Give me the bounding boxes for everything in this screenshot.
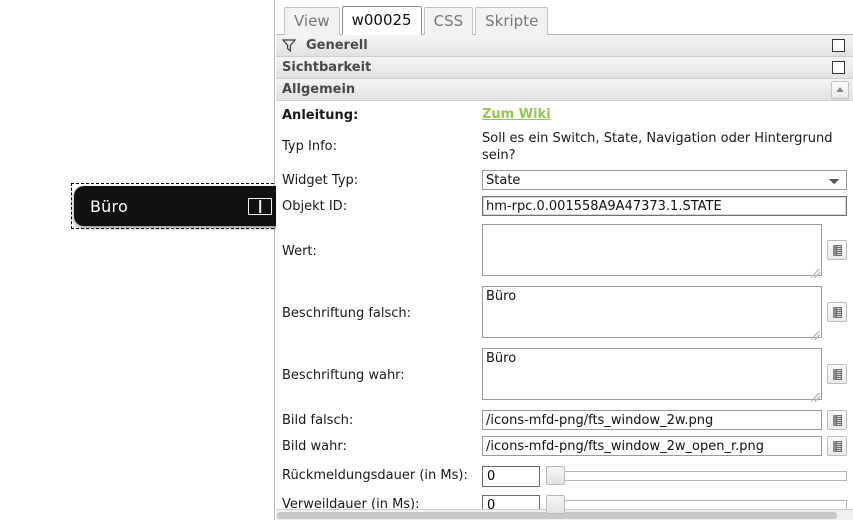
row-wert: Wert: [276, 224, 853, 280]
book-icon [832, 440, 842, 452]
rueckmeldungsdauer-slider[interactable] [546, 465, 847, 486]
tab-css[interactable]: CSS [423, 7, 474, 35]
beschriftung-wahr-picker-button[interactable] [827, 364, 847, 384]
label-typ-info: Typ Info: [282, 139, 337, 154]
bild-falsch-input[interactable] [482, 410, 822, 430]
collapse-allgemein-button[interactable] [831, 80, 849, 99]
book-icon [832, 306, 842, 318]
section-header-generell[interactable]: Generell [276, 35, 853, 57]
slider-track [560, 499, 847, 510]
book-icon [832, 244, 842, 256]
objekt-id-input[interactable] [482, 196, 847, 216]
tab-view[interactable]: View [284, 7, 340, 35]
section-checkbox-sichtbarkeit[interactable] [832, 61, 845, 74]
bild-falsch-picker-button[interactable] [827, 410, 847, 430]
slider-handle[interactable] [546, 495, 565, 514]
section-title-sichtbarkeit: Sichtbarkeit [282, 60, 372, 75]
tab-skripte[interactable]: Skripte [475, 7, 549, 35]
row-widget-typ: Widget Typ: StateSwitchNavigationHinterg… [276, 170, 853, 192]
label-anleitung: Anleitung: [282, 108, 359, 123]
label-beschriftung-falsch: Beschriftung falsch: [282, 306, 412, 321]
widget-typ-select[interactable]: StateSwitchNavigationHintergrund [482, 170, 847, 190]
row-bild-falsch: Bild falsch: [276, 410, 853, 432]
section-checkbox-generell[interactable] [832, 39, 845, 52]
wert-picker-button[interactable] [827, 240, 847, 260]
label-bild-falsch: Bild falsch: [282, 413, 354, 428]
filter-icon [281, 39, 297, 53]
row-objekt-id: Objekt ID: [276, 196, 853, 218]
label-wert: Wert: [282, 244, 317, 259]
bild-wahr-input[interactable] [482, 436, 822, 456]
book-icon [832, 414, 842, 426]
section-header-sichtbarkeit[interactable]: Sichtbarkeit [276, 57, 853, 79]
widget-canvas[interactable]: Büro [0, 0, 289, 520]
rueckmeldungsdauer-input[interactable] [482, 466, 540, 487]
row-bild-wahr: Bild wahr: [276, 436, 853, 458]
beschriftung-falsch-textarea[interactable] [482, 286, 822, 338]
label-objekt-id: Objekt ID: [282, 199, 348, 214]
book-icon [832, 368, 842, 380]
tab-w00025[interactable]: w00025 [341, 6, 422, 35]
label-widget-typ: Widget Typ: [282, 173, 359, 188]
label-rueckmeldungsdauer: Rückmeldungsdauer (in Ms): [282, 468, 468, 483]
row-rueckmeldungsdauer: Rückmeldungsdauer (in Ms): [276, 465, 853, 487]
widget-selection-frame[interactable]: Büro [71, 183, 289, 229]
slider-handle[interactable] [546, 466, 565, 485]
buero-widget[interactable]: Büro [74, 186, 286, 226]
section-header-allgemein[interactable]: Allgemein [276, 79, 853, 101]
label-beschriftung-wahr: Beschriftung wahr: [282, 368, 405, 383]
typ-info-text: Soll es ein Switch, State, Navigation od… [482, 131, 833, 163]
app-root: Büro View w00025 CSS Skripte Generell Si… [0, 0, 853, 520]
row-anleitung: Anleitung: Zum Wiki [276, 105, 853, 127]
bild-wahr-picker-button[interactable] [827, 436, 847, 456]
widget-label: Büro [90, 196, 128, 216]
window-2pane-icon [248, 197, 272, 215]
chevron-up-icon [836, 87, 844, 92]
tab-bar: View w00025 CSS Skripte [276, 0, 853, 35]
beschriftung-falsch-picker-button[interactable] [827, 302, 847, 322]
zum-wiki-link[interactable]: Zum Wiki [482, 105, 551, 122]
panel-body: Generell Sichtbarkeit Allgemein Anleitun… [276, 35, 853, 520]
section-title-generell: Generell [306, 38, 368, 53]
wert-textarea[interactable] [482, 224, 822, 276]
row-beschriftung-wahr: Beschriftung wahr: [276, 348, 853, 404]
properties-panel: View w00025 CSS Skripte Generell Sichtba… [276, 0, 853, 520]
row-beschriftung-falsch: Beschriftung falsch: [276, 286, 853, 342]
beschriftung-wahr-textarea[interactable] [482, 348, 822, 400]
label-bild-wahr: Bild wahr: [282, 439, 347, 454]
section-title-allgemein: Allgemein [282, 82, 356, 97]
allgemein-form: Anleitung: Zum Wiki Typ Info: Soll es ei… [276, 105, 853, 516]
row-typ-info: Typ Info: Soll es ein Switch, State, Nav… [276, 129, 853, 164]
slider-track [560, 470, 847, 481]
